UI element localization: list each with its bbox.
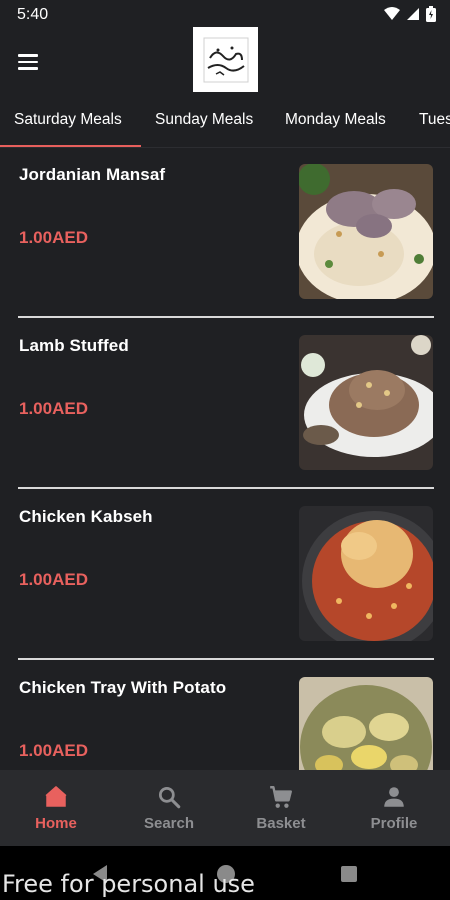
wifi-icon: [384, 7, 400, 20]
cart-icon: [270, 786, 292, 808]
meal-price: 1.00AED: [19, 570, 88, 589]
home-icon: [45, 786, 67, 807]
tab-tuesday-meals[interactable]: Tues: [419, 100, 450, 147]
day-tabs: Saturday Meals Sunday Meals Monday Meals…: [0, 100, 450, 148]
meal-image: [299, 164, 433, 299]
tab-sunday-meals[interactable]: Sunday Meals: [155, 100, 253, 147]
meal-image: [299, 677, 433, 770]
meal-name: Lamb Stuffed: [19, 336, 129, 355]
nav-search-label: Search: [143, 815, 195, 832]
nav-profile[interactable]: Profile: [349, 784, 439, 832]
tab-saturday-meals[interactable]: Saturday Meals: [14, 100, 122, 147]
restaurant-logo: [193, 27, 258, 92]
meal-name: Chicken Kabseh: [19, 507, 153, 526]
menu-icon[interactable]: [12, 46, 44, 78]
meal-item[interactable]: Jordanian Mansaf 1.00AED: [18, 148, 434, 318]
nav-search[interactable]: Search: [124, 784, 214, 832]
app-bar: [0, 27, 450, 100]
watermark-text: Free for personal use: [2, 870, 255, 898]
meal-price: 1.00AED: [19, 228, 88, 247]
nav-basket-label: Basket: [256, 815, 306, 832]
person-icon: [384, 787, 404, 807]
divider: [18, 658, 434, 660]
nav-home-label: Home: [35, 815, 77, 832]
nav-basket[interactable]: Basket: [236, 784, 326, 832]
meal-price: 1.00AED: [19, 399, 88, 418]
status-icons: [384, 6, 436, 22]
battery-icon: [426, 6, 436, 22]
status-time: 5:40: [17, 6, 49, 23]
divider: [18, 316, 434, 318]
tab-monday-meals[interactable]: Monday Meals: [285, 100, 386, 147]
meal-image: [299, 506, 433, 641]
meal-item[interactable]: Chicken Tray With Potato 1.00AED: [18, 661, 434, 770]
search-icon: [158, 786, 181, 809]
meal-name: Jordanian Mansaf: [19, 165, 166, 184]
meal-name: Chicken Tray With Potato: [19, 678, 227, 697]
meal-item[interactable]: Chicken Kabseh 1.00AED: [18, 490, 434, 660]
bottom-navigation: Home Search Basket Profile: [0, 770, 450, 846]
nav-home[interactable]: Home: [11, 784, 101, 832]
meal-list: Jordanian Mansaf 1.00AED Lamb Stuffed 1.…: [0, 148, 450, 770]
meal-item[interactable]: Lamb Stuffed 1.00AED: [18, 319, 434, 489]
nav-profile-label: Profile: [370, 815, 418, 832]
meal-image: [299, 335, 433, 470]
meal-price: 1.00AED: [19, 741, 88, 760]
signal-icon: [407, 8, 419, 20]
recents-icon[interactable]: [340, 865, 358, 883]
divider: [18, 487, 434, 489]
status-bar: 5:40: [0, 0, 450, 30]
